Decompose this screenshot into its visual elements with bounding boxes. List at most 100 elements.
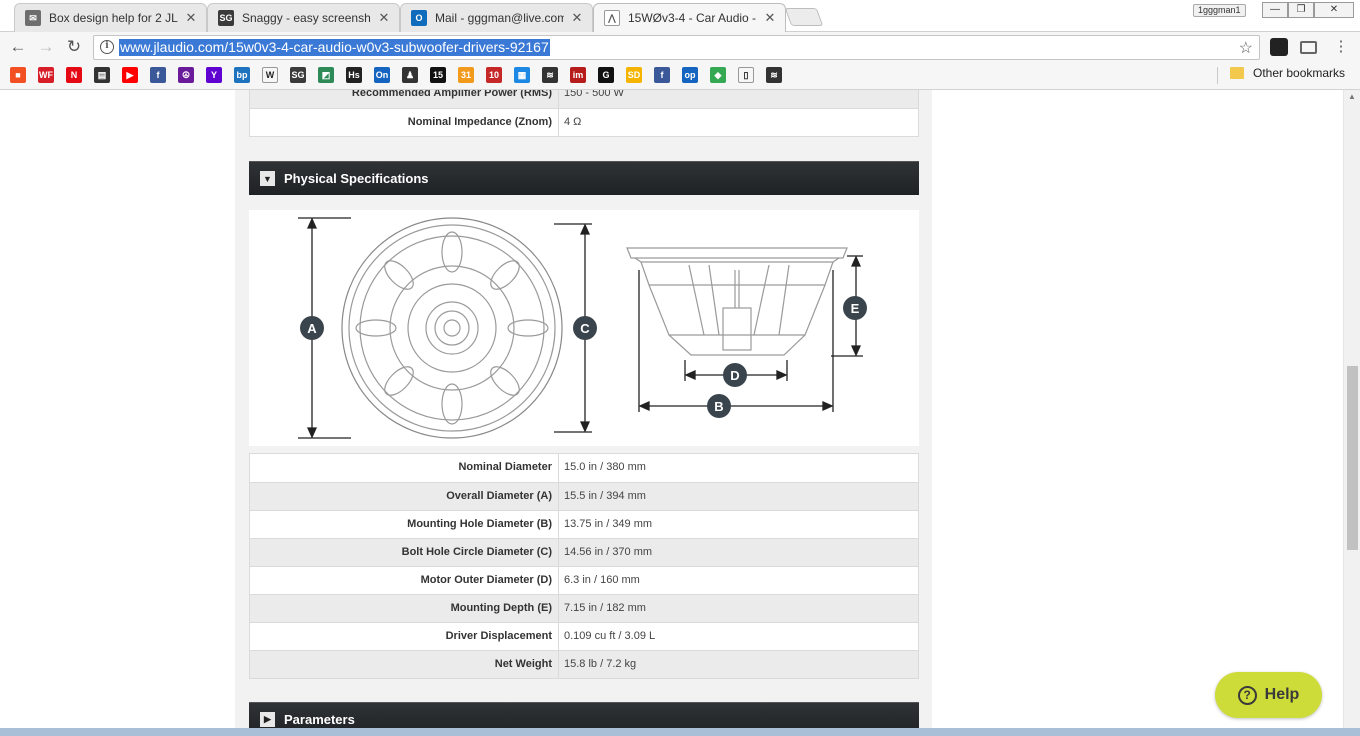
extension-icon[interactable] (1270, 38, 1288, 56)
spec-value: 4 Ω (564, 116, 582, 128)
physical-spec-table: Nominal Diameter 15.0 in / 380 mm Overall … (249, 453, 919, 679)
bookmarks-bar (0, 62, 1360, 90)
spec-label: Mounting Hole Diameter (B) (250, 511, 559, 538)
yahoo-icon[interactable]: Y (206, 67, 222, 83)
toolbox-icon[interactable]: ▤ (94, 67, 110, 83)
spec-value: 13.75 in / 349 mm (564, 518, 653, 530)
menu-icon[interactable]: ⋮ (1331, 37, 1351, 57)
tab-mail[interactable]: O Mail - gggman@live.com ✕ (400, 3, 593, 32)
bp-icon[interactable]: bp (234, 67, 250, 83)
collapse-toggle-icon[interactable]: ▼ (260, 171, 275, 186)
other-bookmarks[interactable]: Other bookmarks (1230, 66, 1345, 80)
on-icon[interactable]: On (374, 67, 390, 83)
label-d: D (730, 368, 739, 383)
folder-icon (1230, 67, 1244, 79)
spec-label: Recommended Amplifier Power (RMS) (250, 90, 559, 108)
spec-label: Driver Displacement (250, 623, 559, 650)
spec-value: 6.3 in / 160 mm (564, 574, 640, 586)
table-row: Net Weight 15.8 lb / 7.2 kg (250, 650, 918, 678)
vertical-scrollbar[interactable]: ▲ (1343, 90, 1360, 736)
calculator-icon[interactable]: ▦ (514, 67, 530, 83)
doc-icon[interactable]: ▯ (738, 67, 754, 83)
physical-specs-header[interactable]: ▼ Physical Specifications (249, 161, 919, 195)
close-icon[interactable]: ✕ (184, 10, 198, 26)
expand-toggle-icon[interactable]: ▶ (260, 712, 275, 727)
spec-value: 0.109 cu ft / 3.09 L (564, 630, 656, 642)
signal2-icon[interactable]: ≋ (766, 67, 782, 83)
tab-snaggy[interactable]: SG Snaggy - easy screensho ✕ (207, 3, 400, 32)
wf-icon[interactable]: WF (38, 67, 54, 83)
help-label: Help (1264, 686, 1300, 703)
reload-icon[interactable]: ↻ (64, 37, 84, 57)
calendar-icon[interactable]: 31 (458, 67, 474, 83)
spec-value: 150 - 500 W (564, 90, 624, 99)
help-button[interactable]: ? Help (1215, 672, 1322, 718)
netflix-icon[interactable]: N (66, 67, 82, 83)
new-tab-button[interactable] (784, 8, 824, 26)
subwoofer-drawing: A C E D B (298, 217, 867, 439)
table-row: Overall Diameter (A) 15.5 in / 394 mm (250, 482, 918, 510)
table-row: Mounting Depth (E) 7.15 in / 182 mm (250, 594, 918, 622)
table-row: Recommended Amplifier Power (RMS) 150 - … (250, 90, 918, 108)
im-icon[interactable]: im (570, 67, 586, 83)
fifteen-icon[interactable]: 15 (430, 67, 446, 83)
label-c: C (580, 321, 590, 336)
section-title: Parameters (284, 712, 355, 727)
spec-label: Nominal Diameter (250, 454, 559, 482)
wikipedia-icon[interactable]: W (262, 67, 278, 83)
facebook-icon[interactable]: f (150, 67, 166, 83)
table-row: Driver Displacement 0.109 cu ft / 3.09 L (250, 622, 918, 650)
green-app-icon[interactable]: ◩ (318, 67, 334, 83)
people-icon[interactable]: ♟ (402, 67, 418, 83)
g-icon[interactable]: G (598, 67, 614, 83)
tab-jl-audio[interactable]: ⋀ 15WØv3-4 - Car Audio - ✕ (593, 3, 786, 32)
question-icon: ? (1237, 685, 1257, 705)
spec-value: 7.15 in / 182 mm (564, 602, 646, 614)
close-icon[interactable]: ✕ (763, 10, 777, 26)
scroll-up-icon[interactable]: ▲ (1348, 92, 1356, 101)
tab-title: Mail - gggman@live.com (435, 11, 564, 25)
profile-button[interactable]: 1gggman1 (1193, 4, 1246, 17)
url-text[interactable]: www.jlaudio.com/15w0v3-4-car-audio-w0v3-… (119, 39, 550, 56)
minimize-button[interactable]: — (1262, 2, 1288, 18)
tab-title: Box design help for 2 JL W (49, 11, 178, 25)
youtube-icon[interactable]: ▶ (122, 67, 138, 83)
spec-value: 14.56 in / 370 mm (564, 546, 653, 558)
spec-label: Nominal Impedance (Znom) (250, 109, 559, 136)
op-icon[interactable]: op (682, 67, 698, 83)
close-icon[interactable]: ✕ (377, 10, 391, 26)
bookmark-star-icon[interactable]: ☆ (1239, 38, 1253, 58)
taskbar (0, 728, 1360, 736)
address-bar[interactable]: i www.jlaudio.com/15w0v3-4-car-audio-w0v… (93, 35, 1260, 60)
spec-label: Motor Outer Diameter (D) (250, 567, 559, 594)
tab-box-design[interactable]: ✉ Box design help for 2 JL W ✕ (14, 3, 207, 32)
label-b: B (714, 399, 723, 414)
outlook-icon: O (411, 10, 427, 26)
sd-icon[interactable]: SD (626, 67, 642, 83)
table-row: Nominal Diameter 15.0 in / 380 mm (250, 454, 918, 482)
page-viewport: Recommended Amplifier Power (RMS) 150 - … (0, 90, 1343, 736)
spec-label: Bolt Hole Circle Diameter (C) (250, 539, 559, 566)
facebook2-icon[interactable]: f (654, 67, 670, 83)
snaggy-icon: SG (218, 10, 234, 26)
close-icon[interactable]: ✕ (570, 10, 584, 26)
snaggy-icon[interactable]: SG (290, 67, 306, 83)
table-row: Mounting Hole Diameter (B) 13.75 in / 349… (250, 510, 918, 538)
table-row: Nominal Impedance (Znom) 4 Ω (250, 108, 918, 136)
signal-icon[interactable]: ≋ (542, 67, 558, 83)
info-icon[interactable]: i (100, 40, 114, 54)
scrollbar-thumb[interactable] (1347, 366, 1358, 550)
peace-icon[interactable]: ☮ (178, 67, 194, 83)
cast-icon[interactable] (1300, 41, 1317, 54)
back-icon[interactable]: ← (8, 37, 28, 57)
hs-icon[interactable]: Hs (346, 67, 362, 83)
section-title: Physical Specifications (284, 171, 429, 186)
maps-icon[interactable]: ◆ (710, 67, 726, 83)
microsoft-icon[interactable]: ■ (10, 67, 26, 83)
restore-button[interactable]: ❐ (1288, 2, 1314, 18)
other-bookmarks-label: Other bookmarks (1253, 66, 1346, 80)
label-a: A (307, 321, 317, 336)
close-window-button[interactable]: ✕ (1314, 2, 1354, 18)
fox10-icon[interactable]: 10 (486, 67, 502, 83)
forward-icon[interactable]: → (36, 37, 56, 57)
